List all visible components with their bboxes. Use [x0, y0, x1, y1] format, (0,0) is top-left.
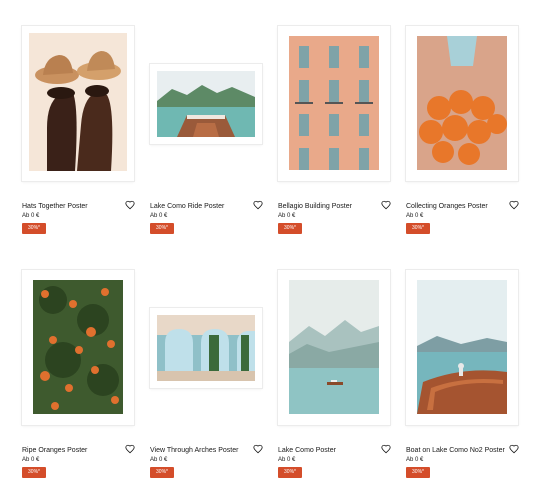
product-name[interactable]: View Through Arches Poster	[150, 446, 250, 455]
product-card[interactable]: Lake Como Ride Poster Ab 0 € 30%*	[150, 26, 268, 234]
discount-badge: 30%*	[150, 467, 174, 478]
product-grid: Hats Together Poster Ab 0 € 30%* Lake Co…	[0, 0, 544, 497]
product-name[interactable]: Collecting Oranges Poster	[406, 202, 506, 211]
heart-icon[interactable]	[253, 200, 263, 210]
product-image[interactable]	[406, 270, 524, 428]
product-price: Ab 0 €	[150, 213, 168, 219]
heart-icon[interactable]	[509, 200, 519, 210]
product-price: Ab 0 €	[22, 457, 40, 463]
discount-badge: 30%*	[406, 467, 430, 478]
product-image[interactable]	[22, 26, 140, 184]
product-image[interactable]	[22, 270, 140, 428]
product-card[interactable]: Boat on Lake Como No2 Poster Ab 0 € 30%*	[406, 270, 524, 478]
product-card[interactable]: Ripe Oranges Poster Ab 0 € 30%*	[22, 270, 140, 478]
heart-icon[interactable]	[381, 200, 391, 210]
product-name[interactable]: Boat on Lake Como No2 Poster	[406, 446, 506, 455]
product-name[interactable]: Lake Como Ride Poster	[150, 202, 250, 211]
product-name[interactable]: Lake Como Poster	[278, 446, 378, 455]
heart-icon[interactable]	[125, 200, 135, 210]
product-price: Ab 0 €	[406, 457, 424, 463]
product-card[interactable]: Collecting Oranges Poster Ab 0 € 30%*	[406, 26, 524, 234]
discount-badge: 30%*	[406, 223, 430, 234]
product-price: Ab 0 €	[278, 457, 296, 463]
product-image[interactable]	[150, 26, 268, 184]
discount-badge: 30%*	[278, 467, 302, 478]
product-name[interactable]: Bellagio Building Poster	[278, 202, 378, 211]
product-price: Ab 0 €	[22, 213, 40, 219]
product-image[interactable]	[150, 270, 268, 428]
product-card[interactable]: Hats Together Poster Ab 0 € 30%*	[22, 26, 140, 234]
heart-icon[interactable]	[381, 444, 391, 454]
product-card[interactable]: View Through Arches Poster Ab 0 € 30%*	[150, 270, 268, 478]
product-price: Ab 0 €	[278, 213, 296, 219]
discount-badge: 30%*	[278, 223, 302, 234]
product-image[interactable]	[406, 26, 524, 184]
product-image[interactable]	[278, 26, 396, 184]
discount-badge: 30%*	[22, 467, 46, 478]
heart-icon[interactable]	[509, 444, 519, 454]
discount-badge: 30%*	[22, 223, 46, 234]
product-price: Ab 0 €	[150, 457, 168, 463]
product-name[interactable]: Hats Together Poster	[22, 202, 122, 211]
product-card[interactable]: Lake Como Poster Ab 0 € 30%*	[278, 270, 396, 478]
heart-icon[interactable]	[253, 444, 263, 454]
product-card[interactable]: Bellagio Building Poster Ab 0 € 30%*	[278, 26, 396, 234]
product-image[interactable]	[278, 270, 396, 428]
heart-icon[interactable]	[125, 444, 135, 454]
discount-badge: 30%*	[150, 223, 174, 234]
product-name[interactable]: Ripe Oranges Poster	[22, 446, 122, 455]
product-price: Ab 0 €	[406, 213, 424, 219]
